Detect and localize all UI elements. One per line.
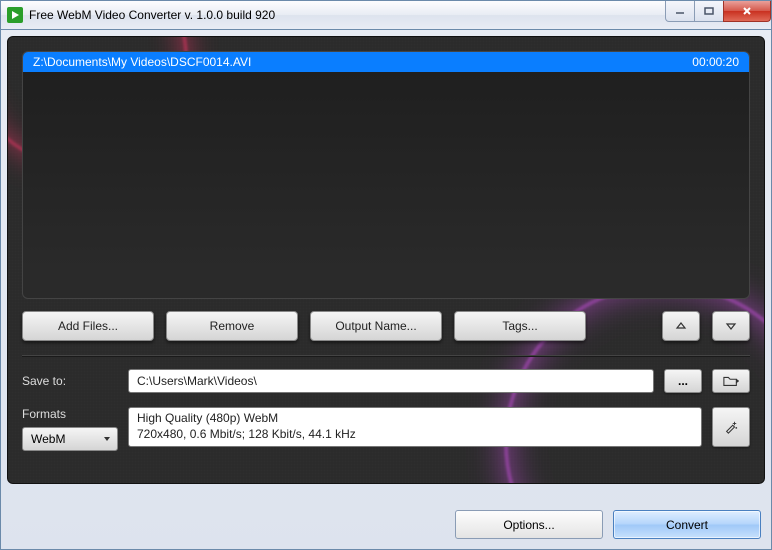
titlebar: Free WebM Video Converter v. 1.0.0 build… bbox=[0, 0, 772, 30]
move-up-button[interactable] bbox=[662, 311, 700, 341]
window-body: FREESTUDIO WWW.DVDVIDEOSOFT.COM Z:\Docum… bbox=[0, 30, 772, 550]
move-down-button[interactable] bbox=[712, 311, 750, 341]
window-title: Free WebM Video Converter v. 1.0.0 build… bbox=[29, 8, 275, 22]
save-to-value: C:\Users\Mark\Videos\ bbox=[137, 374, 257, 388]
browse-button[interactable]: ... bbox=[664, 369, 702, 393]
close-button[interactable] bbox=[723, 1, 771, 22]
save-to-label: Save to: bbox=[22, 374, 118, 388]
preset-detail: 720x480, 0.6 Mbit/s; 128 Kbit/s, 44.1 kH… bbox=[137, 427, 693, 443]
convert-button[interactable]: Convert bbox=[613, 510, 761, 539]
tags-button[interactable]: Tags... bbox=[454, 311, 586, 341]
file-path: Z:\Documents\My Videos\DSCF0014.AVI bbox=[33, 55, 251, 69]
preset-name: High Quality (480p) WebM bbox=[137, 411, 693, 427]
save-to-row: Save to: C:\Users\Mark\Videos\ ... bbox=[22, 369, 750, 393]
formats-row: Formats WebM High Quality (480p) WebM 72… bbox=[22, 407, 750, 451]
chevron-down-icon bbox=[103, 435, 111, 443]
app-icon bbox=[7, 7, 23, 23]
options-button[interactable]: Options... bbox=[455, 510, 603, 539]
window-controls bbox=[666, 1, 771, 22]
main-panel: FREESTUDIO WWW.DVDVIDEOSOFT.COM Z:\Docum… bbox=[7, 36, 765, 484]
minimize-button[interactable] bbox=[665, 1, 695, 22]
file-duration: 00:00:20 bbox=[692, 55, 739, 69]
formats-label: Formats bbox=[22, 407, 118, 421]
divider bbox=[22, 355, 750, 356]
save-to-input[interactable]: C:\Users\Mark\Videos\ bbox=[128, 369, 654, 393]
browse-ellipsis: ... bbox=[678, 374, 688, 388]
open-folder-button[interactable] bbox=[712, 369, 750, 393]
file-row[interactable]: Z:\Documents\My Videos\DSCF0014.AVI 00:0… bbox=[23, 52, 749, 72]
action-row: Options... Convert bbox=[455, 510, 761, 539]
toolbar: Add Files... Remove Output Name... Tags.… bbox=[22, 311, 750, 341]
file-list[interactable]: Z:\Documents\My Videos\DSCF0014.AVI 00:0… bbox=[22, 51, 750, 299]
maximize-button[interactable] bbox=[694, 1, 724, 22]
remove-button[interactable]: Remove bbox=[166, 311, 298, 341]
add-files-button[interactable]: Add Files... bbox=[22, 311, 154, 341]
output-name-button[interactable]: Output Name... bbox=[310, 311, 442, 341]
formats-select[interactable]: WebM bbox=[22, 427, 118, 451]
preset-wizard-button[interactable] bbox=[712, 407, 750, 447]
formats-selected: WebM bbox=[31, 432, 65, 446]
preset-display[interactable]: High Quality (480p) WebM 720x480, 0.6 Mb… bbox=[128, 407, 702, 447]
